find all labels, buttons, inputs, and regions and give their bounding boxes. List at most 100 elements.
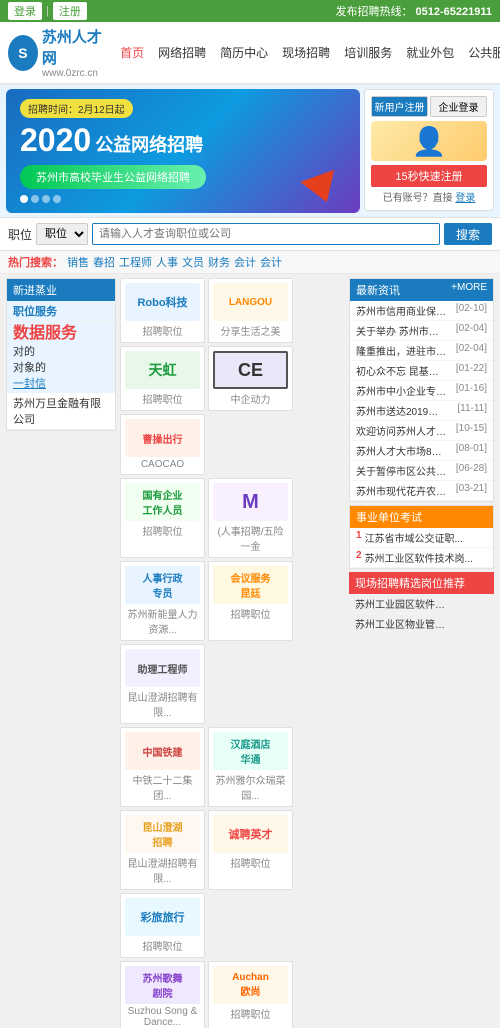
hot-link-8[interactable]: 会计 xyxy=(260,254,282,270)
register-link[interactable]: 注册 xyxy=(53,2,87,20)
sidebar-promo: 数据服务 对的 对象的 一封信 xyxy=(7,322,115,393)
tab-new-user[interactable]: 新用户注册 xyxy=(371,96,428,117)
nav-public[interactable]: 公共服务 xyxy=(462,40,500,65)
main-banner[interactable]: 招聘时间：2月12日起 2020 公益网络招聘 苏州市高校毕业生公益网络招聘 xyxy=(6,89,360,213)
news-item-2[interactable]: 关于举办 苏州市纺织服饰业...[02-04] xyxy=(350,321,493,341)
logo-circle: S xyxy=(8,35,38,71)
dot-4[interactable] xyxy=(53,195,61,203)
hot-link-3[interactable]: 工程师 xyxy=(119,254,152,270)
hot-link-1[interactable]: 销售 xyxy=(67,254,89,270)
onsite-box: 现场招聘精选岗位推荐 苏州工业园区软件技术... 苏州工业区物业管理... xyxy=(349,572,494,634)
news-item-9[interactable]: 关于暂停市区公共人才服务...[06-28] xyxy=(350,461,493,481)
hot-link-2[interactable]: 春招 xyxy=(93,254,115,270)
company-langou[interactable]: LANGOU 分享生活之美 xyxy=(208,278,293,343)
company-renshi[interactable]: 人事行政专员 苏州新能量人力资源... xyxy=(120,561,205,641)
company-chengpin[interactable]: 诚聘英才 招聘职位 xyxy=(208,810,293,890)
company-logo-dance: 苏州歌舞剧院 xyxy=(125,966,200,1004)
nav-resume[interactable]: 简历中心 xyxy=(214,40,274,65)
login-link[interactable]: 登录 xyxy=(8,2,42,20)
company-logo-chenghu: 昆山澄湖招聘 xyxy=(125,815,200,853)
sidebar-cat-title: 新进蒸业 xyxy=(7,279,115,301)
news-item-8[interactable]: 苏州人才大市场8月现场招聘...[08-01] xyxy=(350,441,493,461)
hot-link-5[interactable]: 文员 xyxy=(182,254,204,270)
company-caocao[interactable]: 曹操出行 CAOCAO xyxy=(120,414,205,475)
dot-3[interactable] xyxy=(42,195,50,203)
nav-home[interactable]: 首页 xyxy=(114,40,150,65)
company-guoqi[interactable]: 国有企业工作人员 招聘职位 xyxy=(120,478,205,558)
onsite-item-1[interactable]: 苏州工业园区软件技术... xyxy=(349,594,494,614)
search-input[interactable] xyxy=(92,223,440,245)
dot-1[interactable] xyxy=(20,195,28,203)
onsite-title: 现场招聘精选岗位推荐 xyxy=(355,575,465,591)
company-logo-hanting: 汉庭酒店华通 xyxy=(213,732,288,770)
company-job-1: 招聘职位 xyxy=(125,323,200,338)
company-logo-m: M xyxy=(213,483,288,521)
banner-section: 招聘时间：2月12日起 2020 公益网络招聘 苏州市高校毕业生公益网络招聘 新… xyxy=(0,85,500,217)
company-zhuli[interactable]: 助理工程师 昆山澄湖招聘有限... xyxy=(120,644,205,724)
company-chenghu[interactable]: 昆山澄湖招聘 昆山澄湖招聘有限... xyxy=(120,810,205,890)
company-lvyou[interactable]: 彩旅旅行 招聘职位 xyxy=(120,893,205,958)
news-item-5[interactable]: 苏州市中小企业专场招聘会...[01-16] xyxy=(350,381,493,401)
news-item-3[interactable]: 隆重推出，进驻市场需人才...[02-04] xyxy=(350,341,493,361)
direct-login[interactable]: 登录 xyxy=(455,193,475,204)
company-job-6: 招聘职位 xyxy=(125,523,200,538)
sidebar-item-1[interactable]: 职位服务 xyxy=(7,301,115,322)
news-item-1[interactable]: 苏州市信用商业保险有限公司...[02-10] xyxy=(350,301,493,321)
hot-search: 热门搜索： 销售 春招 工程师 人事 文员 财务 会计 会计 xyxy=(0,251,500,274)
banner-btn[interactable]: 苏州市高校毕业生公益网络招聘 xyxy=(20,165,206,189)
fast-register-btn[interactable]: 15秒快速注册 xyxy=(371,165,487,187)
search-label: 职位 xyxy=(8,226,32,243)
nav-onsite[interactable]: 现场招聘 xyxy=(276,40,336,65)
companies-grid: Robo科技 招聘职位 LANGOU 分享生活之美 天虹 招聘职位 CE 中企动… xyxy=(120,278,345,1028)
dot-2[interactable] xyxy=(31,195,39,203)
search-button[interactable]: 搜索 xyxy=(444,223,492,245)
company-logo-zhuli: 助理工程师 xyxy=(125,649,200,687)
news-item-6[interactable]: 苏州市送达2019招聘工程师...[11-11] xyxy=(350,401,493,421)
company-zhongtie[interactable]: 中国铁建 中铁二十二集团... xyxy=(120,727,205,807)
phone-info: 发布招聘热线： 0512-65221911 xyxy=(335,3,492,19)
company-job-7: (人事招聘/五险一金 xyxy=(213,523,288,553)
sidebar-promo-text3: 对象的 xyxy=(13,359,109,375)
company-m[interactable]: M (人事招聘/五险一金 xyxy=(208,478,293,558)
news-item-4[interactable]: 初心众不忘 昆基腾岗就业...[01-22] xyxy=(350,361,493,381)
company-logo-zhongtie: 中国铁建 xyxy=(125,732,200,770)
hot-link-6[interactable]: 财务 xyxy=(208,254,230,270)
hot-link-4[interactable]: 人事 xyxy=(156,254,178,270)
nav-training[interactable]: 培训服务 xyxy=(338,40,398,65)
tab-enterprise[interactable]: 企业登录 xyxy=(430,96,487,117)
company-job-11: 中铁二十二集团... xyxy=(125,772,200,802)
news-item-7[interactable]: 欢迎访问苏州人才网站政策...[10-15] xyxy=(350,421,493,441)
company-logo-robo: Robo科技 xyxy=(125,283,200,321)
news-item-10[interactable]: 苏州市现代花卉农业会展中...[03-21] xyxy=(350,481,493,501)
onsite-item-2[interactable]: 苏州工业区物业管理... xyxy=(349,614,494,634)
fair-box: 事业单位考试 1 江苏省市域公交证职... 2 苏州工业区软件技术岗... xyxy=(349,505,494,569)
nav-outsource[interactable]: 就业外包 xyxy=(400,40,460,65)
nav-online[interactable]: 网络招聘 xyxy=(152,40,212,65)
company-ce[interactable]: CE 中企动力 xyxy=(208,346,293,411)
company-job-12: 苏州雅尔众瑞菜园... xyxy=(213,772,288,802)
news-more[interactable]: +MORE xyxy=(451,282,487,298)
company-job-9: 招聘职位 xyxy=(213,606,288,621)
company-job-5: CAOCAO xyxy=(125,459,200,470)
company-suzhou-dance[interactable]: 苏州歌舞剧院 Suzhou Song & Dance... xyxy=(120,961,205,1028)
fair-item-1[interactable]: 1 江苏省市域公交证职... xyxy=(350,528,493,548)
left-sidebar: 新进蒸业 职位服务 数据服务 对的 对象的 一封信 苏州万旦金融有限公司 xyxy=(6,278,116,1028)
companies-row-4: 苏州歌舞剧院 Suzhou Song & Dance... Auchan欧尚 招… xyxy=(120,961,345,1028)
company-job-2: 分享生活之美 xyxy=(213,323,288,338)
sidebar-item-company[interactable]: 苏州万旦金融有限公司 xyxy=(7,393,115,430)
company-huiyi[interactable]: 会议服务昆廷 招聘职位 xyxy=(208,561,293,641)
search-type-select[interactable]: 职位 公司 xyxy=(36,223,88,245)
hot-link-7[interactable]: 会计 xyxy=(234,254,256,270)
company-auchan[interactable]: Auchan欧尚 招聘职位 xyxy=(208,961,293,1028)
fair-text-2: 苏州工业区软件技术岗... xyxy=(365,550,473,565)
company-hanting[interactable]: 汉庭酒店华通 苏州雅尔众瑞菜园... xyxy=(208,727,293,807)
fair-item-2[interactable]: 2 苏州工业区软件技术岗... xyxy=(350,548,493,568)
company-job-10: 昆山澄湖招聘有限... xyxy=(125,689,200,719)
sidebar-promo-link[interactable]: 一封信 xyxy=(13,375,109,391)
companies-row-3: 中国铁建 中铁二十二集团... 汉庭酒店华通 苏州雅尔众瑞菜园... 昆山澄湖招… xyxy=(120,727,345,958)
top-bar: 登录 | 注册 发布招聘热线： 0512-65221911 xyxy=(0,0,500,22)
company-logo-auchan: Auchan欧尚 xyxy=(213,966,288,1004)
company-robo[interactable]: Robo科技 招聘职位 xyxy=(120,278,205,343)
company-tianhong[interactable]: 天虹 招聘职位 xyxy=(120,346,205,411)
sidebar-category: 新进蒸业 职位服务 数据服务 对的 对象的 一封信 苏州万旦金融有限公司 xyxy=(6,278,116,431)
